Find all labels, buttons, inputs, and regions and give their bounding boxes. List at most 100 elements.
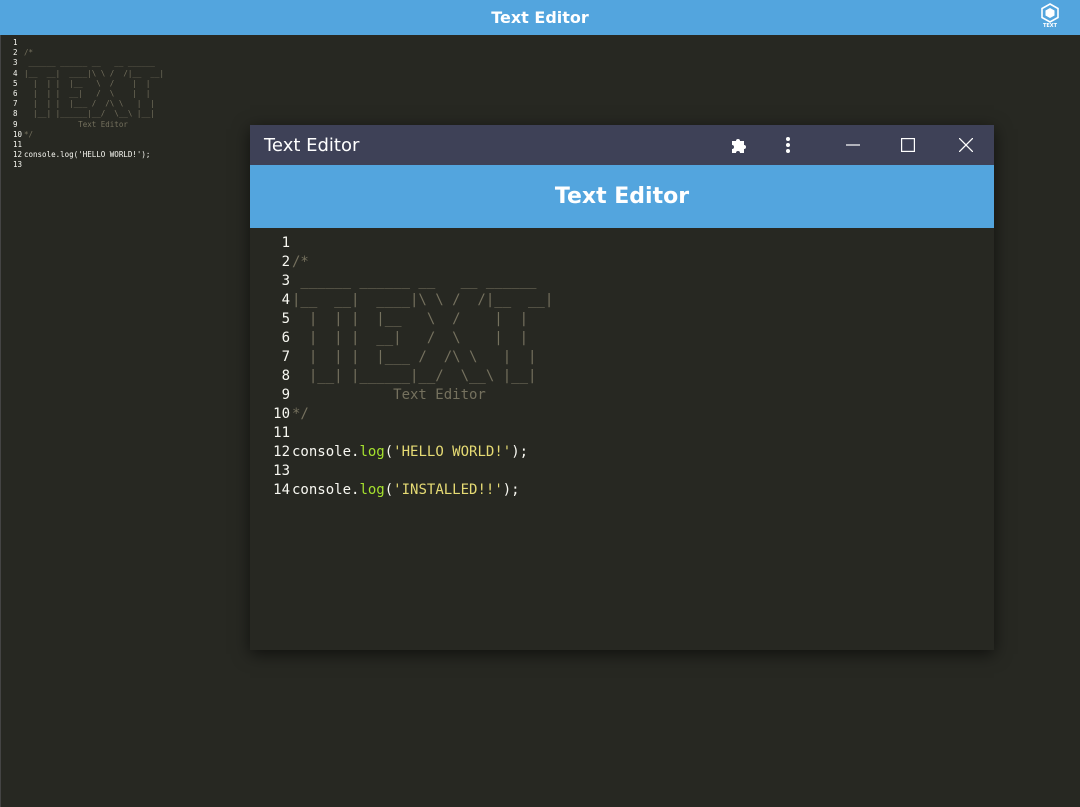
line-number: 7 [281, 349, 290, 365]
comment-text: | | | |__ \ / | | [292, 311, 529, 327]
minimize-button[interactable] [830, 125, 876, 165]
code-line[interactable]: 6 | | | __| / \ | | [262, 329, 553, 348]
app-window: Text Editor Text Editor 1 2 /* 3 ______ … [250, 125, 994, 650]
code-line[interactable]: 12 console.log('HELLO WORLD!'); [262, 443, 553, 462]
comment-text: |__ __| ____|\ \ / /|__ __| [292, 292, 554, 308]
line-number: 11 [13, 139, 23, 149]
code-token-str: 'INSTALLED!!' [393, 482, 503, 498]
line-number: 7 [13, 99, 18, 109]
code-line[interactable]: 10 */ [13, 130, 164, 140]
editor-content[interactable]: 1 2/* 3 ______ ______ __ __ ______ 4 |__ __|… [262, 234, 553, 500]
comment-text: Text Editor [292, 387, 486, 403]
code-line[interactable]: 7 | | | |___ / /\ \ | | [262, 348, 553, 367]
line-number: 1 [281, 235, 290, 251]
code-line[interactable]: 1 [13, 38, 164, 48]
code-line[interactable]: 3 ______ ______ __ __ ______ [13, 58, 164, 68]
line-number: 5 [13, 78, 18, 88]
line-number: 6 [13, 88, 18, 98]
comment-text: | | | __| / \ | | [292, 330, 529, 346]
comment-text: | | | |___ / /\ \ | | [292, 349, 537, 365]
more-vertical-icon [786, 137, 790, 153]
code-editor[interactable]: 1 2/* 3 ______ ______ __ __ ______ 4 |__ __|… [250, 228, 994, 650]
app-logo-text: TEXT [1042, 23, 1058, 29]
comment-text: /* [24, 48, 34, 58]
app-header: Text Editor TEXT [0, 0, 1080, 35]
code-token-close: ); [502, 482, 520, 498]
code-line[interactable]: 11 [13, 140, 164, 150]
line-number: 4 [281, 292, 290, 308]
code-token-close: ); [511, 444, 529, 460]
line-number: 1 [13, 38, 18, 47]
code-line[interactable]: 5 | | | |__ \ / | | [262, 310, 553, 329]
code-line[interactable]: 5 | | | |__ \ / | | [13, 79, 164, 89]
line-number: 10 [13, 129, 23, 139]
code-line[interactable]: 8 |__| |______|__/ \__\ |__| [262, 367, 553, 386]
code-line[interactable]: 1 [262, 234, 553, 253]
line-number: 5 [281, 311, 290, 327]
line-number: 4 [13, 68, 18, 78]
line-number: 13 [273, 463, 290, 479]
code-line[interactable]: 3 ______ ______ __ __ ______ [262, 272, 553, 291]
line-number: 8 [281, 368, 290, 384]
extensions-button[interactable] [716, 125, 762, 165]
line-number: 11 [273, 425, 290, 441]
line-number: 9 [281, 387, 290, 403]
comment-text: */ [24, 129, 34, 139]
code-token-str: 'HELLO WORLD!' [393, 444, 512, 460]
close-button[interactable] [943, 125, 989, 165]
comment-text: |__| |______|__/ \__\ |__| [292, 368, 537, 384]
code-line[interactable]: 13 [13, 160, 164, 170]
close-icon [959, 138, 973, 152]
line-number: 8 [13, 109, 18, 119]
minimize-icon [846, 144, 860, 146]
code-line[interactable]: 13 [262, 462, 553, 481]
line-number: 2 [13, 48, 18, 58]
code-line[interactable]: 14 console.log('INSTALLED!!'); [262, 481, 553, 500]
code-token-fn: log [359, 482, 385, 498]
code-line[interactable]: 4 |__ __| ____|\ \ / /|__ __| [262, 291, 554, 310]
comment-text: */ [292, 406, 309, 422]
code-token-open: ( [384, 444, 394, 460]
line-number: 6 [281, 330, 290, 346]
app-title: Text Editor [491, 8, 589, 27]
window-title: Text Editor [264, 134, 360, 156]
line-number: 12 [273, 444, 290, 460]
window-header-title: Text Editor [554, 184, 690, 209]
app-logo-icon: TEXT [1040, 3, 1060, 29]
comment-text: Text Editor [24, 119, 128, 129]
comment-text: ______ ______ __ __ ______ [24, 58, 155, 68]
code-line[interactable]: 6 | | | __| / \ | | [13, 89, 164, 99]
code-line[interactable]: 9 Text Editor [13, 120, 164, 130]
window-header: Text Editor [250, 165, 994, 228]
code-token-obj: console. [292, 444, 360, 460]
code-line[interactable]: 2/* [262, 253, 553, 272]
maximize-button[interactable] [885, 125, 931, 165]
code-line[interactable]: 11 [262, 424, 553, 443]
line-number: 9 [13, 119, 18, 129]
line-number: 12 [13, 150, 23, 160]
code-token-fn: log [359, 444, 385, 460]
puzzle-icon [732, 139, 746, 153]
comment-text: /* [292, 254, 309, 270]
more-options-button[interactable] [765, 125, 811, 165]
code-line[interactable]: 2 /* [13, 48, 164, 58]
code-line[interactable]: 7 | | | |___ / /\ \ | | [13, 99, 164, 109]
code-line[interactable]: 12 console.log('HELLO WORLD!'); [13, 150, 164, 160]
code-line[interactable]: 9 Text Editor [262, 386, 553, 405]
code-line[interactable]: 8 |__| |______|__/ \__\ |__| [13, 109, 164, 119]
code-line[interactable]: 4 |__ __| ____|\ \ / /|__ __| [13, 69, 164, 79]
code-line[interactable]: 10 */ [262, 405, 553, 424]
code-statement: console.log('INSTALLED!!'); [292, 482, 520, 498]
background-code[interactable]: 1 2/* 3 ______ ______ __ __ ______ 4 |__ __|… [13, 38, 164, 170]
window-titlebar[interactable]: Text Editor [250, 125, 994, 165]
line-number: 3 [281, 273, 290, 289]
maximize-icon [901, 138, 915, 152]
code-token-obj: console. [292, 482, 360, 498]
code-statement: console.log('HELLO WORLD!'); [24, 150, 151, 160]
comment-text: ______ ______ __ __ ______ [292, 273, 537, 289]
line-number: 3 [13, 58, 18, 68]
line-number: 14 [273, 482, 290, 498]
line-number: 2 [281, 254, 290, 270]
code-statement: console.log('HELLO WORLD!'); [292, 444, 528, 460]
comment-text: | | | |__ \ / | | [24, 78, 151, 88]
